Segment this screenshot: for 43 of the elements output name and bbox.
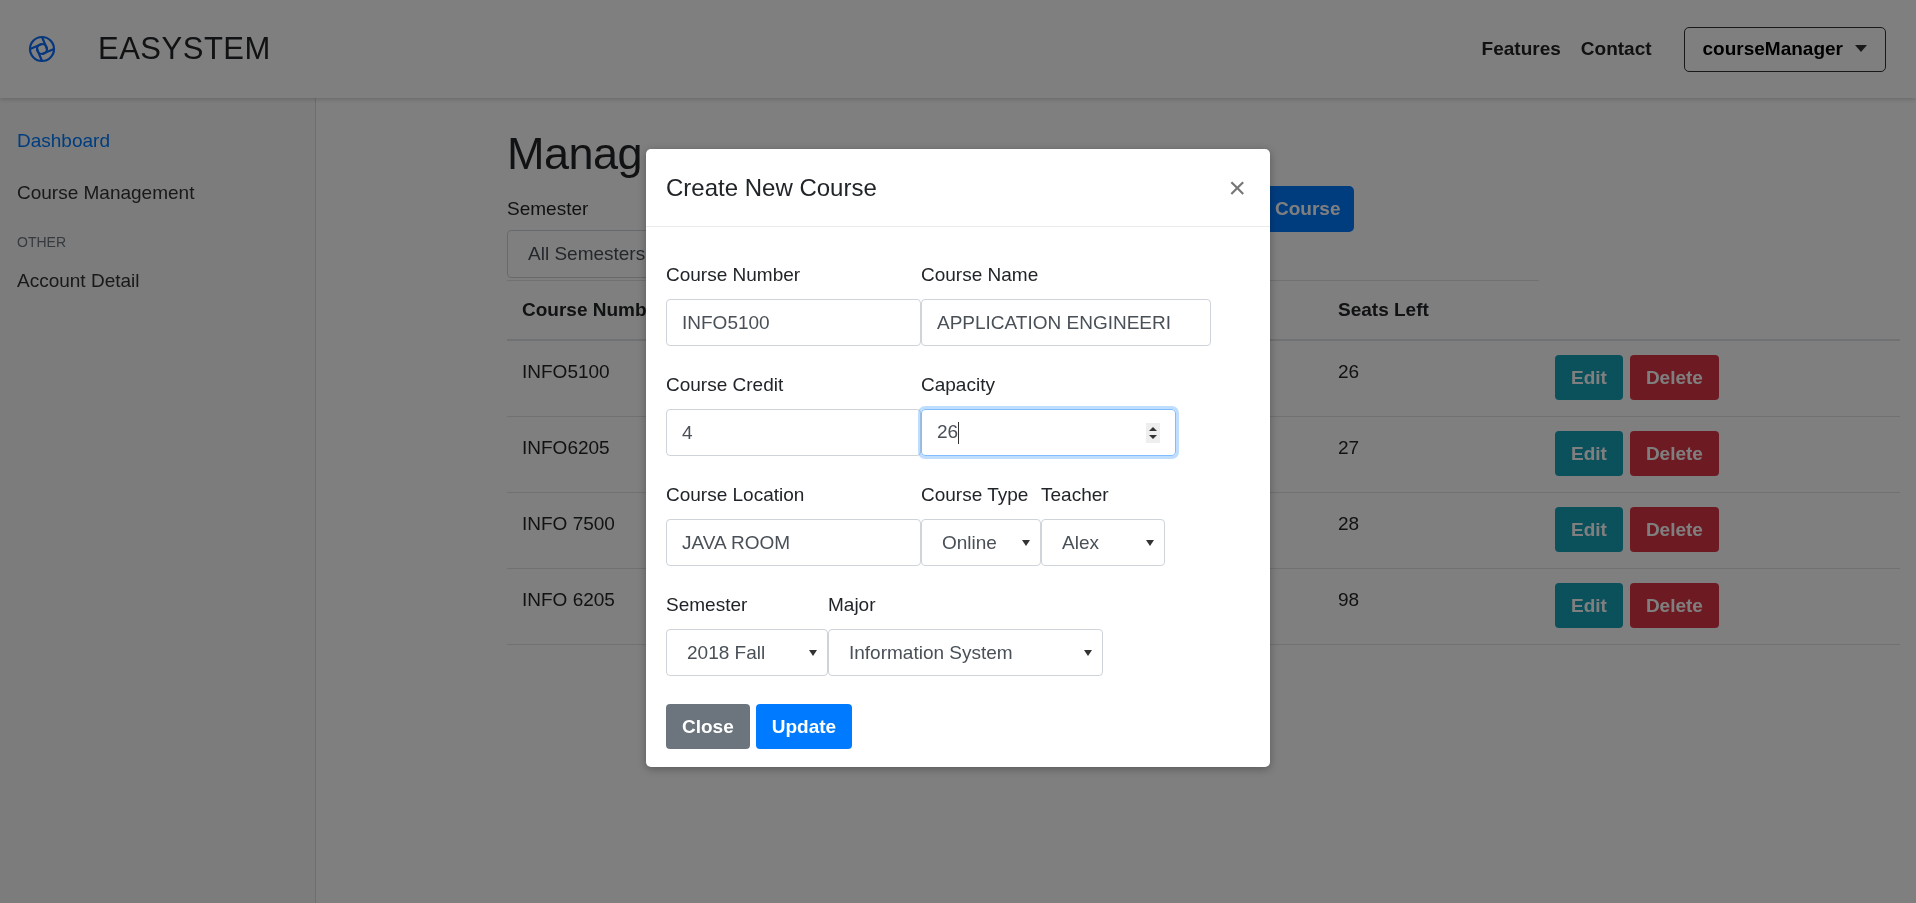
caret-icon: [1855, 45, 1867, 53]
input-field[interactable]: 4: [666, 409, 921, 456]
filter-label: Semester: [507, 198, 589, 220]
table-cell: 26: [1323, 341, 1539, 417]
sidebar-item[interactable]: Dashboard: [17, 130, 110, 152]
caret-icon: [809, 649, 817, 656]
nav-link[interactable]: Contact: [1580, 38, 1652, 60]
field-label: Semester: [666, 594, 748, 616]
caret-icon: [1146, 539, 1154, 546]
table-cell: 98: [1323, 569, 1539, 645]
input-field[interactable]: APPLICATION ENGINEERI: [921, 299, 1211, 346]
caret-icon: [1022, 539, 1030, 546]
aperture-icon: [28, 35, 56, 63]
section-heading: OTHER: [17, 234, 66, 250]
brand-name[interactable]: EASYSTEM: [98, 31, 271, 67]
sidebar-item[interactable]: Account Detail: [17, 270, 140, 292]
input-field[interactable]: 26: [921, 409, 1176, 456]
select-field[interactable]: Alex: [1041, 519, 1165, 566]
delete-button[interactable]: Delete: [1629, 355, 1719, 400]
user-menu[interactable]: courseManager: [1683, 26, 1886, 72]
close-button[interactable]: ×: [1224, 172, 1250, 203]
sidebar-item[interactable]: Course Management: [17, 182, 195, 204]
field-label: Course Credit: [666, 374, 784, 396]
select-field[interactable]: 2018 Fall: [666, 629, 828, 676]
select-field[interactable]: Online: [921, 519, 1041, 566]
column-header: Seats Left: [1323, 280, 1539, 341]
update-button[interactable]: Update: [755, 704, 853, 749]
input-field[interactable]: INFO5100: [666, 299, 921, 346]
delete-button[interactable]: Delete: [1629, 431, 1719, 476]
select-field[interactable]: Information System: [828, 629, 1103, 676]
spinner-icon[interactable]: [1146, 422, 1160, 443]
modal-title: Create New Course: [666, 173, 878, 202]
input-field[interactable]: JAVA ROOM: [666, 519, 921, 566]
table-cell: 28: [1323, 493, 1539, 569]
table-cell: 27: [1323, 417, 1539, 493]
nav-link[interactable]: Features: [1481, 38, 1561, 60]
delete-button[interactable]: Delete: [1629, 507, 1719, 552]
field-label: Capacity: [921, 374, 995, 396]
delete-button[interactable]: Delete: [1629, 583, 1719, 628]
field-label: Major: [828, 594, 876, 616]
caret-icon: [1084, 649, 1092, 656]
page-title: Manag: [507, 127, 643, 181]
close-button[interactable]: Close: [666, 704, 750, 749]
